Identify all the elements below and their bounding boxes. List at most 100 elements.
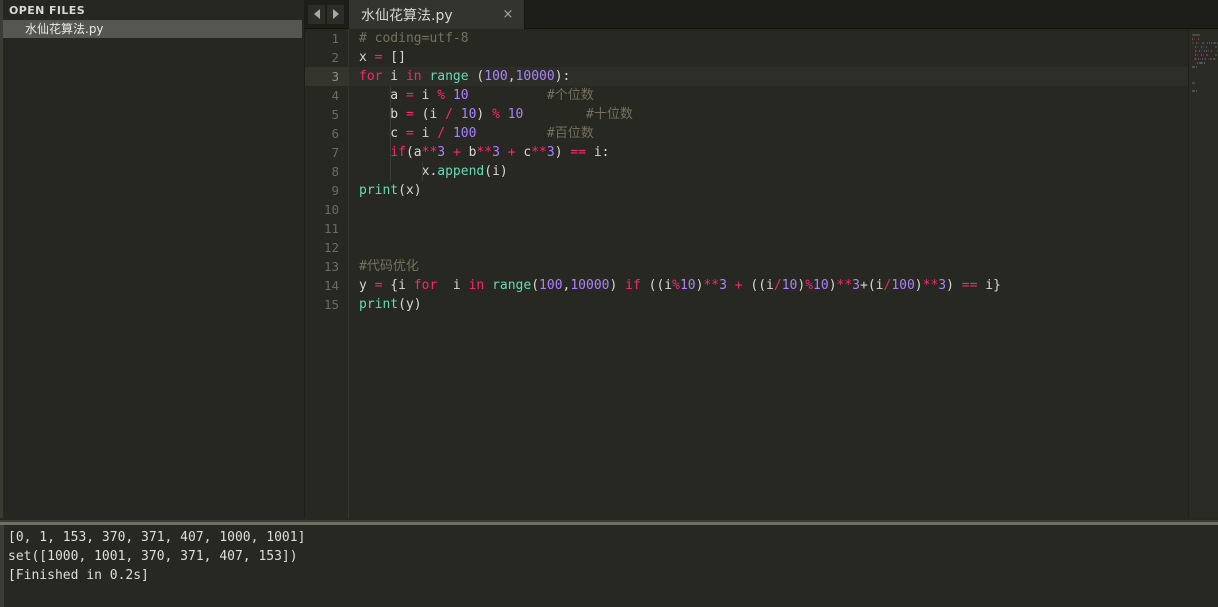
line-number: 12 (323, 240, 339, 255)
code-token: in (405, 69, 422, 84)
code-token: # coding=utf-8 (359, 31, 469, 46)
code-token: #十位数 (586, 107, 633, 122)
code-token: c (515, 145, 532, 160)
indent-guide (390, 124, 392, 143)
code-token: 10 (781, 278, 798, 293)
code-token: b (460, 145, 477, 160)
code-token: i} (977, 278, 1001, 293)
open-files-list: 水仙花算法.py (3, 20, 302, 38)
line-number: 4 (331, 88, 339, 103)
code-line[interactable]: for i in range (100,10000): (349, 67, 1218, 86)
code-line[interactable] (349, 238, 1218, 257)
code-line[interactable]: x = [] (349, 48, 1218, 67)
code-line[interactable]: a = i % 10 #个位数 (349, 86, 1218, 105)
code-token: 10 (452, 88, 469, 103)
code-token: % (672, 278, 680, 293)
triangle-left-icon (313, 9, 320, 19)
code-token: if (390, 145, 406, 160)
console-output: [0, 1, 153, 370, 371, 407, 1000, 1001] se… (8, 528, 1218, 585)
code-token: {i (382, 278, 414, 293)
tab-label: 水仙花算法.py (361, 7, 453, 24)
code-token: 3 (938, 278, 947, 293)
tab-active[interactable]: 水仙花算法.py × (349, 0, 525, 29)
code-token: #代码优化 (359, 259, 419, 274)
code-token: 3 (719, 278, 727, 293)
close-icon[interactable]: × (502, 8, 514, 21)
code-token: ** (922, 278, 939, 293)
code-token: (i (413, 107, 446, 122)
line-number: 5 (331, 107, 339, 122)
sidebar-header: OPEN FILES (9, 4, 86, 17)
code-token: % (437, 88, 446, 103)
code-token: 100 (452, 126, 477, 141)
code-token: ** (531, 145, 547, 160)
code-token: 10000 (515, 69, 555, 84)
line-number: 14 (323, 278, 339, 293)
code-token: i (382, 69, 406, 84)
editor-window: OPEN FILES 水仙花算法.py 水仙花算法.py × 123456789… (0, 0, 1218, 607)
code-token: (a (405, 145, 422, 160)
code-token: + (452, 145, 461, 160)
code-token: range (429, 69, 469, 84)
code-token: i (413, 88, 438, 103)
indent-guide (390, 86, 392, 105)
code-token: ( (468, 69, 485, 84)
console-line: [Finished in 0.2s] (8, 568, 149, 583)
code-token: 10 (679, 278, 696, 293)
code-token: if (625, 278, 641, 293)
console-line: [0, 1, 153, 370, 371, 407, 1000, 1001] (8, 530, 306, 545)
line-number: 1 (331, 31, 339, 46)
line-number: 7 (331, 145, 339, 160)
code-token: = (405, 88, 414, 103)
line-number: 11 (323, 221, 339, 236)
code-token: ) (554, 145, 571, 160)
code-line[interactable]: #代码优化 (349, 257, 1218, 276)
code-line[interactable]: print(y) (349, 295, 1218, 314)
code-line[interactable]: y = {i for i in range(100,10000) if ((i%… (349, 276, 1218, 295)
console-left-edge (0, 525, 4, 607)
code-line[interactable]: x.append(i) (349, 162, 1218, 181)
code-token: 3 (852, 278, 860, 293)
minimap[interactable] (1188, 29, 1218, 518)
code-token: i (437, 278, 469, 293)
code-token: 3 (492, 145, 500, 160)
line-number: 15 (323, 297, 339, 312)
code-content[interactable]: # coding=utf-8 x = [] for i in range (100,… (349, 29, 1218, 314)
code-token: ) (946, 278, 962, 293)
code-line[interactable]: # coding=utf-8 (349, 29, 1218, 48)
console-divider[interactable] (0, 522, 1218, 525)
code-editor[interactable]: 1 2 3 4 5 6 7 8 9 10 11 12 13 14 15 # coding=utf-8 x = … (305, 29, 1218, 518)
code-line[interactable]: c = i / 100 #百位数 (349, 124, 1218, 143)
code-token: +(i (860, 278, 884, 293)
code-line[interactable] (349, 219, 1218, 238)
code-token: 100 (539, 278, 563, 293)
triangle-right-icon (332, 9, 339, 19)
code-token: b (359, 107, 406, 122)
indent-guide (390, 143, 392, 162)
code-line[interactable]: if(a**3 + b**3 + c**3) == i: (349, 143, 1218, 162)
open-file-item[interactable]: 水仙花算法.py (3, 20, 302, 38)
line-number: 8 (331, 164, 339, 179)
code-token: = (405, 107, 414, 122)
code-token: i: (586, 145, 610, 160)
code-token: append (437, 164, 485, 179)
code-token: #百位数 (546, 126, 594, 141)
code-line[interactable] (349, 200, 1218, 219)
code-line[interactable]: b = (i / 10) % 10 #十位数 (349, 105, 1218, 124)
line-number: 2 (331, 50, 339, 65)
code-token: #个位数 (546, 88, 594, 103)
code-token: ): (554, 69, 571, 84)
code-token: + (507, 145, 516, 160)
output-console: [0, 1, 153, 370, 371, 407, 1000, 1001] se… (0, 520, 1218, 607)
code-token: ** (703, 278, 720, 293)
tab-nav-next-button[interactable] (327, 4, 344, 24)
code-line[interactable]: print(x) (349, 181, 1218, 200)
code-token: ((i (742, 278, 774, 293)
tab-nav-prev-button[interactable] (308, 4, 325, 24)
